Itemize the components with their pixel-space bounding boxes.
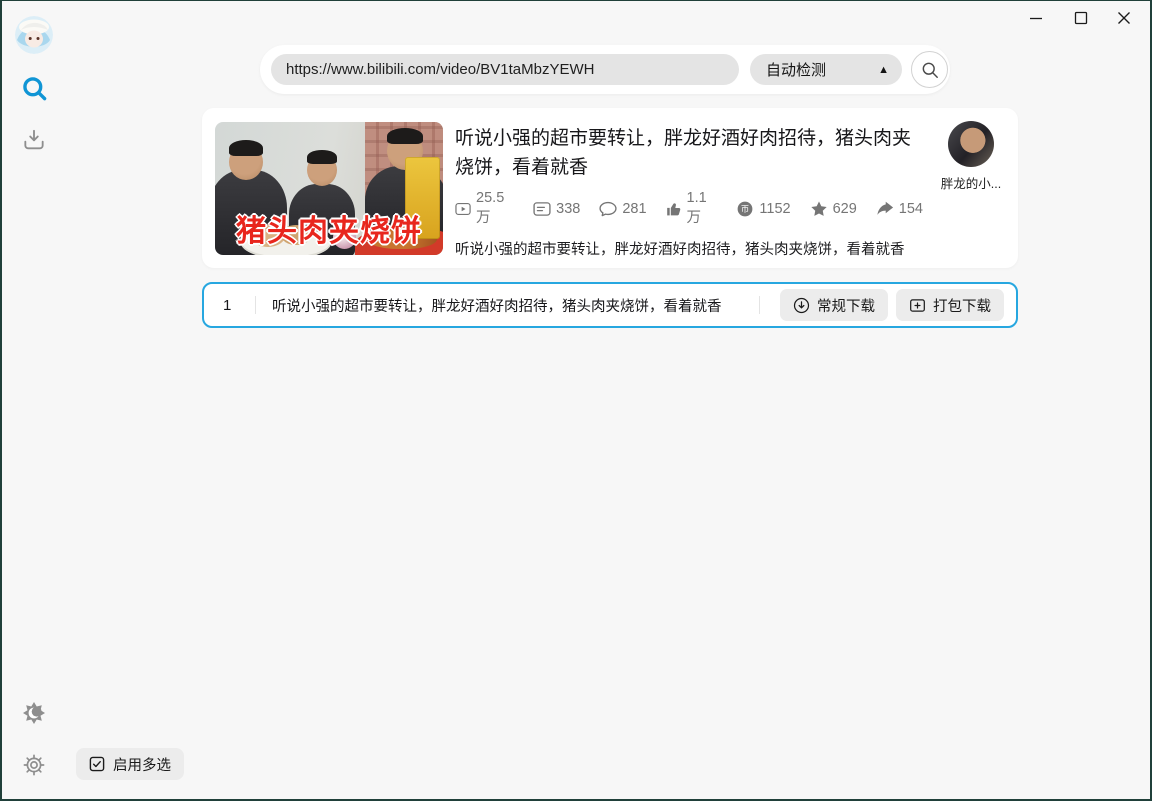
theme-toggle-button[interactable] xyxy=(21,700,46,725)
site-detect-label: 自动检测 xyxy=(766,62,827,79)
search-icon xyxy=(22,76,46,100)
video-thumbnail: 猪头肉夹烧饼 xyxy=(215,122,443,255)
settings-gear-icon xyxy=(23,754,44,775)
divider xyxy=(759,296,760,314)
video-stats: 25.5万 338 281 1.1万 币 1152 629 154 xyxy=(455,190,923,227)
stat-value: 1152 xyxy=(759,200,791,217)
pack-download-label: 打包下载 xyxy=(933,298,991,315)
stat-value: 25.5万 xyxy=(476,190,505,226)
theme-toggle-icon xyxy=(22,701,45,724)
app-avatar[interactable] xyxy=(15,16,53,54)
stat-shares: 154 xyxy=(876,200,923,218)
item-index: 1 xyxy=(223,296,232,314)
site-detect-dropdown[interactable]: 自动检测 ▲ xyxy=(750,54,902,85)
download-tray-icon xyxy=(24,129,44,150)
url-bar-container: 自动检测 ▲ xyxy=(260,45,950,94)
thumbnail-figure xyxy=(307,150,337,164)
uploader: 胖龙的小... xyxy=(929,121,1013,192)
video-info: 听说小强的超市要转让，胖龙好酒好肉招待，猪头肉夹烧饼，看着就香 25.5万 33… xyxy=(455,124,923,259)
checkbox-check-icon xyxy=(89,756,105,772)
video-card: 猪头肉夹烧饼 听说小强的超市要转让，胖龙好酒好肉招待，猪头肉夹烧饼，看着就香 2… xyxy=(202,108,1018,268)
stat-likes: 1.1万 xyxy=(666,190,718,227)
share-icon xyxy=(877,201,893,215)
maximize-button[interactable] xyxy=(1068,6,1094,30)
regular-download-label: 常规下载 xyxy=(817,298,875,315)
multiselect-label: 启用多选 xyxy=(113,757,171,774)
magnifier-icon xyxy=(922,62,938,78)
divider xyxy=(255,296,256,314)
stat-value: 1.1万 xyxy=(686,190,707,226)
box-plus-icon xyxy=(910,298,925,312)
regular-download-button[interactable]: 常规下载 xyxy=(780,289,888,321)
stat-play-count: 25.5万 xyxy=(455,190,514,227)
comment-icon xyxy=(599,201,617,216)
download-circle-icon xyxy=(793,297,810,313)
url-input[interactable] xyxy=(271,54,739,85)
svg-text:币: 币 xyxy=(741,204,750,214)
minimize-button[interactable] xyxy=(1023,6,1049,30)
video-description: 听说小强的超市要转让，胖龙好酒好肉招待，猪头肉夹烧饼，看着就香 xyxy=(455,242,905,258)
item-actions: 常规下载 打包下载 xyxy=(780,289,1004,321)
app-window: 自动检测 ▲ 猪头肉夹烧饼 xyxy=(0,0,1152,801)
play-count-icon xyxy=(455,202,471,215)
stat-value: 629 xyxy=(832,200,857,217)
download-item-row: 1 听说小强的超市要转让，胖龙好酒好肉招待，猪头肉夹烧饼，看着就香 常规下载 打… xyxy=(202,282,1018,328)
item-title: 听说小强的超市要转让，胖龙好酒好肉招待，猪头肉夹烧饼，看着就香 xyxy=(272,298,722,315)
pack-download-button[interactable]: 打包下载 xyxy=(896,289,1004,321)
stat-favorites: 629 xyxy=(810,200,857,218)
danmaku-icon xyxy=(533,201,551,216)
stat-value: 338 xyxy=(556,200,581,217)
close-icon xyxy=(1118,12,1130,24)
sidebar-search-tab[interactable] xyxy=(20,74,48,102)
uploader-name: 胖龙的小... xyxy=(940,177,1002,191)
thumbnail-caption: 猪头肉夹烧饼 xyxy=(236,215,422,248)
video-title: 听说小强的超市要转让，胖龙好酒好肉招待，猪头肉夹烧饼，看着就香 xyxy=(455,128,912,178)
sidebar-downloads-tab[interactable] xyxy=(20,126,48,154)
maximize-icon xyxy=(1074,11,1088,25)
stat-value: 154 xyxy=(898,200,923,217)
parse-search-button[interactable] xyxy=(911,51,948,88)
stat-value: 281 xyxy=(622,200,647,217)
uploader-avatar xyxy=(948,121,994,167)
thumbnail-figure xyxy=(229,140,263,156)
minimize-icon xyxy=(1030,17,1042,20)
close-button[interactable] xyxy=(1111,6,1137,30)
stat-coins: 币 1152 xyxy=(736,200,791,218)
app-avatar-image xyxy=(15,16,53,54)
chevron-up-icon: ▲ xyxy=(878,63,889,76)
settings-button[interactable] xyxy=(21,752,46,777)
like-icon xyxy=(666,202,680,215)
favorite-icon xyxy=(810,200,827,216)
enable-multiselect-button[interactable]: 启用多选 xyxy=(76,748,184,780)
coin-icon: 币 xyxy=(738,201,753,216)
stat-danmaku: 338 xyxy=(533,200,580,218)
stat-comments: 281 xyxy=(599,200,647,218)
thumbnail-figure xyxy=(387,128,423,144)
